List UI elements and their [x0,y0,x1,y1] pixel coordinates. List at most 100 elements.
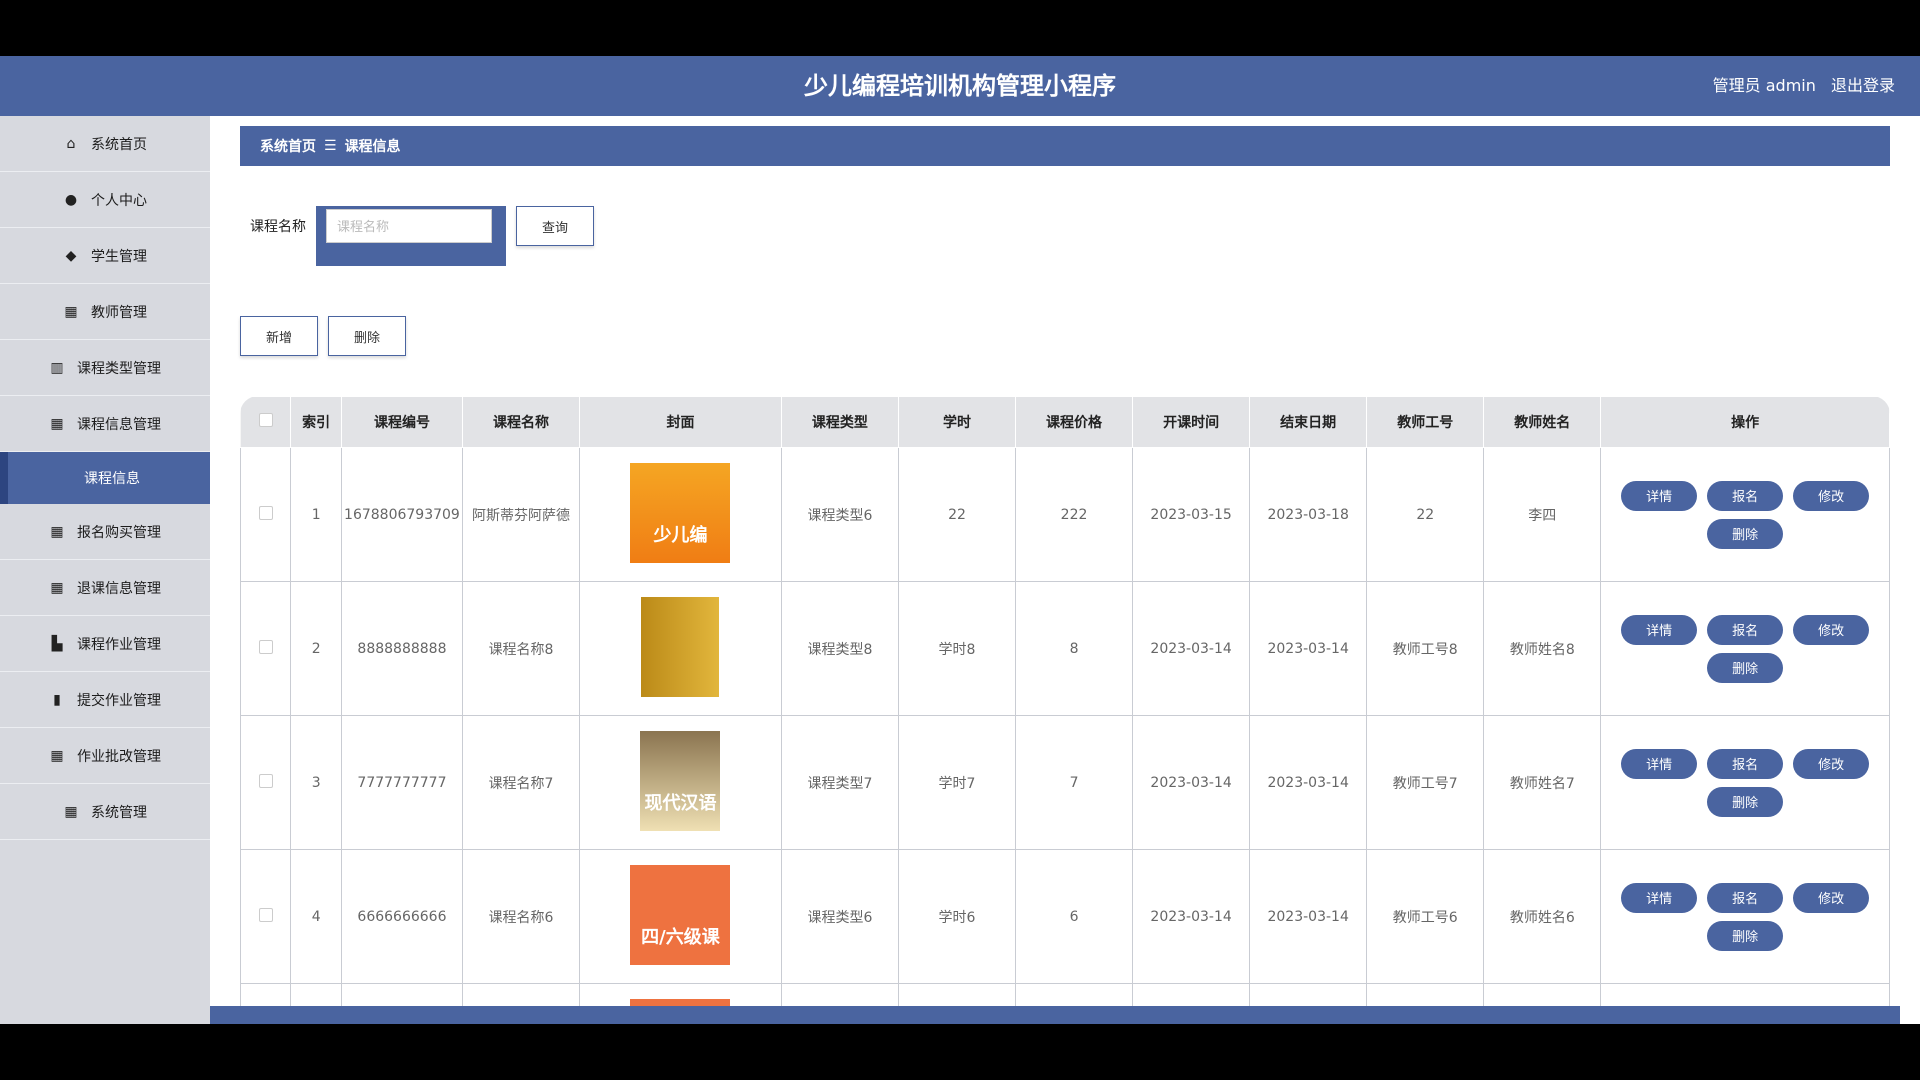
cell-hours: 学时6 [897,849,1017,984]
course-cover-image [641,596,720,697]
column-header: 学时 [897,396,1017,448]
edit-button[interactable]: 修改 [1793,480,1870,511]
enroll-button[interactable]: 报名 [1707,882,1784,913]
grid-icon: ▦ [50,747,64,764]
row-checkbox[interactable] [258,773,273,788]
detail-button[interactable]: 详情 [1621,614,1698,645]
sidebar-item-11[interactable]: ▦ 作业批改管理 [0,728,210,784]
cell-price: 7 [1015,715,1134,850]
table-row: 2 8888888888 课程名称8 课程类型8 学时8 8 2023-03-14 2023-… [240,581,1890,716]
cover-cell [579,581,782,716]
add-button[interactable]: 新增 [240,316,318,356]
logout-link[interactable]: 退出登录 [1831,76,1895,95]
cell-teacher-name: 李四 [1483,447,1602,582]
enroll-button[interactable]: 报名 [1707,748,1784,779]
column-header: 开课时间 [1132,396,1251,448]
sidebar-item-label: 课程信息管理 [77,416,161,433]
cover-cell: 四/六级课 [579,849,782,984]
cell-end: 2023-03-18 [1249,447,1368,582]
query-button[interactable]: 查询 [516,206,594,246]
sidebar-item-2[interactable]: ◆ 学生管理 [0,228,210,284]
cell-end: 2023-03-14 [1249,849,1368,984]
cell-type: 课程类型7 [780,715,899,850]
cell-start: 2023-03-14 [1132,715,1251,850]
row-checkbox-cell[interactable] [240,581,292,716]
delete-button[interactable]: 删除 [328,316,406,356]
row-actions: 详情 报名 修改 删除 [1615,882,1875,951]
row-actions: 详情 报名 修改 删除 [1615,614,1875,683]
sidebar-item-7[interactable]: ▦ 报名购买管理 [0,504,210,560]
delete-button[interactable]: 删除 [1707,786,1784,817]
table-header-row: 索引 课程编号 课程名称 封面 课程类型 学时 课程价格 开课时间 结束日期 教师工号 教师姓名 操作 [240,396,1890,448]
column-header: 教师工号 [1366,396,1485,448]
row-checkbox-cell[interactable] [240,715,292,850]
sidebar-item-9[interactable]: ▙ 课程作业管理 [0,616,210,672]
edit-button[interactable]: 修改 [1793,748,1870,779]
sidebar-item-5[interactable]: ▦ 课程信息管理 [0,396,210,452]
sidebar-subitem-course-info[interactable]: 课程信息 [0,452,210,504]
select-all-checkbox-cell[interactable] [240,396,292,448]
row-checkbox-cell[interactable] [240,447,292,582]
detail-button[interactable]: 详情 [1621,748,1698,779]
row-checkbox-cell[interactable] [240,849,292,984]
enroll-button[interactable]: 报名 [1707,614,1784,645]
cell-hours: 22 [897,447,1017,582]
cell-code: 7777777777 [340,715,464,850]
user-icon: ● [64,191,78,208]
ops-cell: 详情 报名 修改 删除 [1600,581,1890,716]
detail-button[interactable]: 详情 [1621,882,1698,913]
cell-index: 1 [290,447,342,582]
row-checkbox[interactable] [258,505,273,520]
column-header: 课程名称 [461,396,581,448]
cell-price: 222 [1015,447,1134,582]
cell-start: 2023-03-14 [1132,849,1251,984]
delete-button[interactable]: 删除 [1707,518,1784,549]
cover-text: 现代汉语 [644,792,717,814]
cell-teacher-id: 教师工号8 [1366,581,1485,716]
delete-button[interactable]: 删除 [1707,652,1784,683]
column-header: 课程编号 [340,396,464,448]
cell-teacher-name: 教师姓名8 [1483,581,1602,716]
breadcrumb: 系统首页 ☰ 课程信息 [240,126,1890,166]
library-icon: ▥ [50,359,64,376]
table-row: 3 7777777777 课程名称7 现代汉语 课程类型7 学时7 7 2023-03-14 2… [240,715,1890,850]
sidebar-item-8[interactable]: ▦ 退课信息管理 [0,560,210,616]
app-body: ⌂ 系统首页 ● 个人中心 ◆ 学生管理 ▦ 教师管理 ▥ 课程类型管理 ▦ 课程信息管理 课程信息 ▦ 报… [0,116,1920,1024]
cell-name: 阿斯蒂芬阿萨德 [461,447,581,582]
table-row: 4 6666666666 课程名称6 四/六级课 课程类型6 学时6 6 2023-03-14… [240,849,1890,984]
enroll-button[interactable]: 报名 [1707,480,1784,511]
row-checkbox[interactable] [258,907,273,922]
ops-cell: 详情 报名 修改 删除 [1600,447,1890,582]
sidebar-item-label: 系统管理 [91,804,147,821]
home-icon: ⌂ [66,135,76,152]
column-header: 索引 [290,396,342,448]
sidebar-item-10[interactable]: ▮ 提交作业管理 [0,672,210,728]
app-title: 少儿编程培训机构管理小程序 [804,72,1116,100]
grid-icon: ▦ [50,523,64,540]
delete-button[interactable]: 删除 [1707,920,1784,951]
sidebar-item-0[interactable]: ⌂ 系统首页 [0,116,210,172]
sidebar-item-3[interactable]: ▦ 教师管理 [0,284,210,340]
cell-type: 课程类型6 [780,447,899,582]
column-header: 结束日期 [1249,396,1368,448]
edit-button[interactable]: 修改 [1793,882,1870,913]
edit-button[interactable]: 修改 [1793,614,1870,645]
cell-teacher-name: 教师姓名7 [1483,715,1602,850]
sidebar-item-1[interactable]: ● 个人中心 [0,172,210,228]
sidebar: ⌂ 系统首页 ● 个人中心 ◆ 学生管理 ▦ 教师管理 ▥ 课程类型管理 ▦ 课程信息管理 课程信息 ▦ 报… [0,116,210,1024]
detail-button[interactable]: 详情 [1621,480,1698,511]
cell-start: 2023-03-14 [1132,581,1251,716]
breadcrumb-home[interactable]: 系统首页 [260,136,316,156]
sidebar-item-label: 提交作业管理 [77,692,161,709]
select-all-checkbox[interactable] [258,413,273,427]
cover-cell: 现代汉语 [579,715,782,850]
sidebar-item-4[interactable]: ▥ 课程类型管理 [0,340,210,396]
cell-teacher-id: 教师工号7 [1366,715,1485,850]
cell-name: 课程名称7 [461,715,581,850]
column-header: 教师姓名 [1483,396,1602,448]
sidebar-item-12[interactable]: ▦ 系统管理 [0,784,210,840]
cell-start: 2023-03-15 [1132,447,1251,582]
row-checkbox[interactable] [258,639,273,654]
course-name-input[interactable] [326,209,492,243]
sidebar-item-label: 退课信息管理 [77,580,161,597]
